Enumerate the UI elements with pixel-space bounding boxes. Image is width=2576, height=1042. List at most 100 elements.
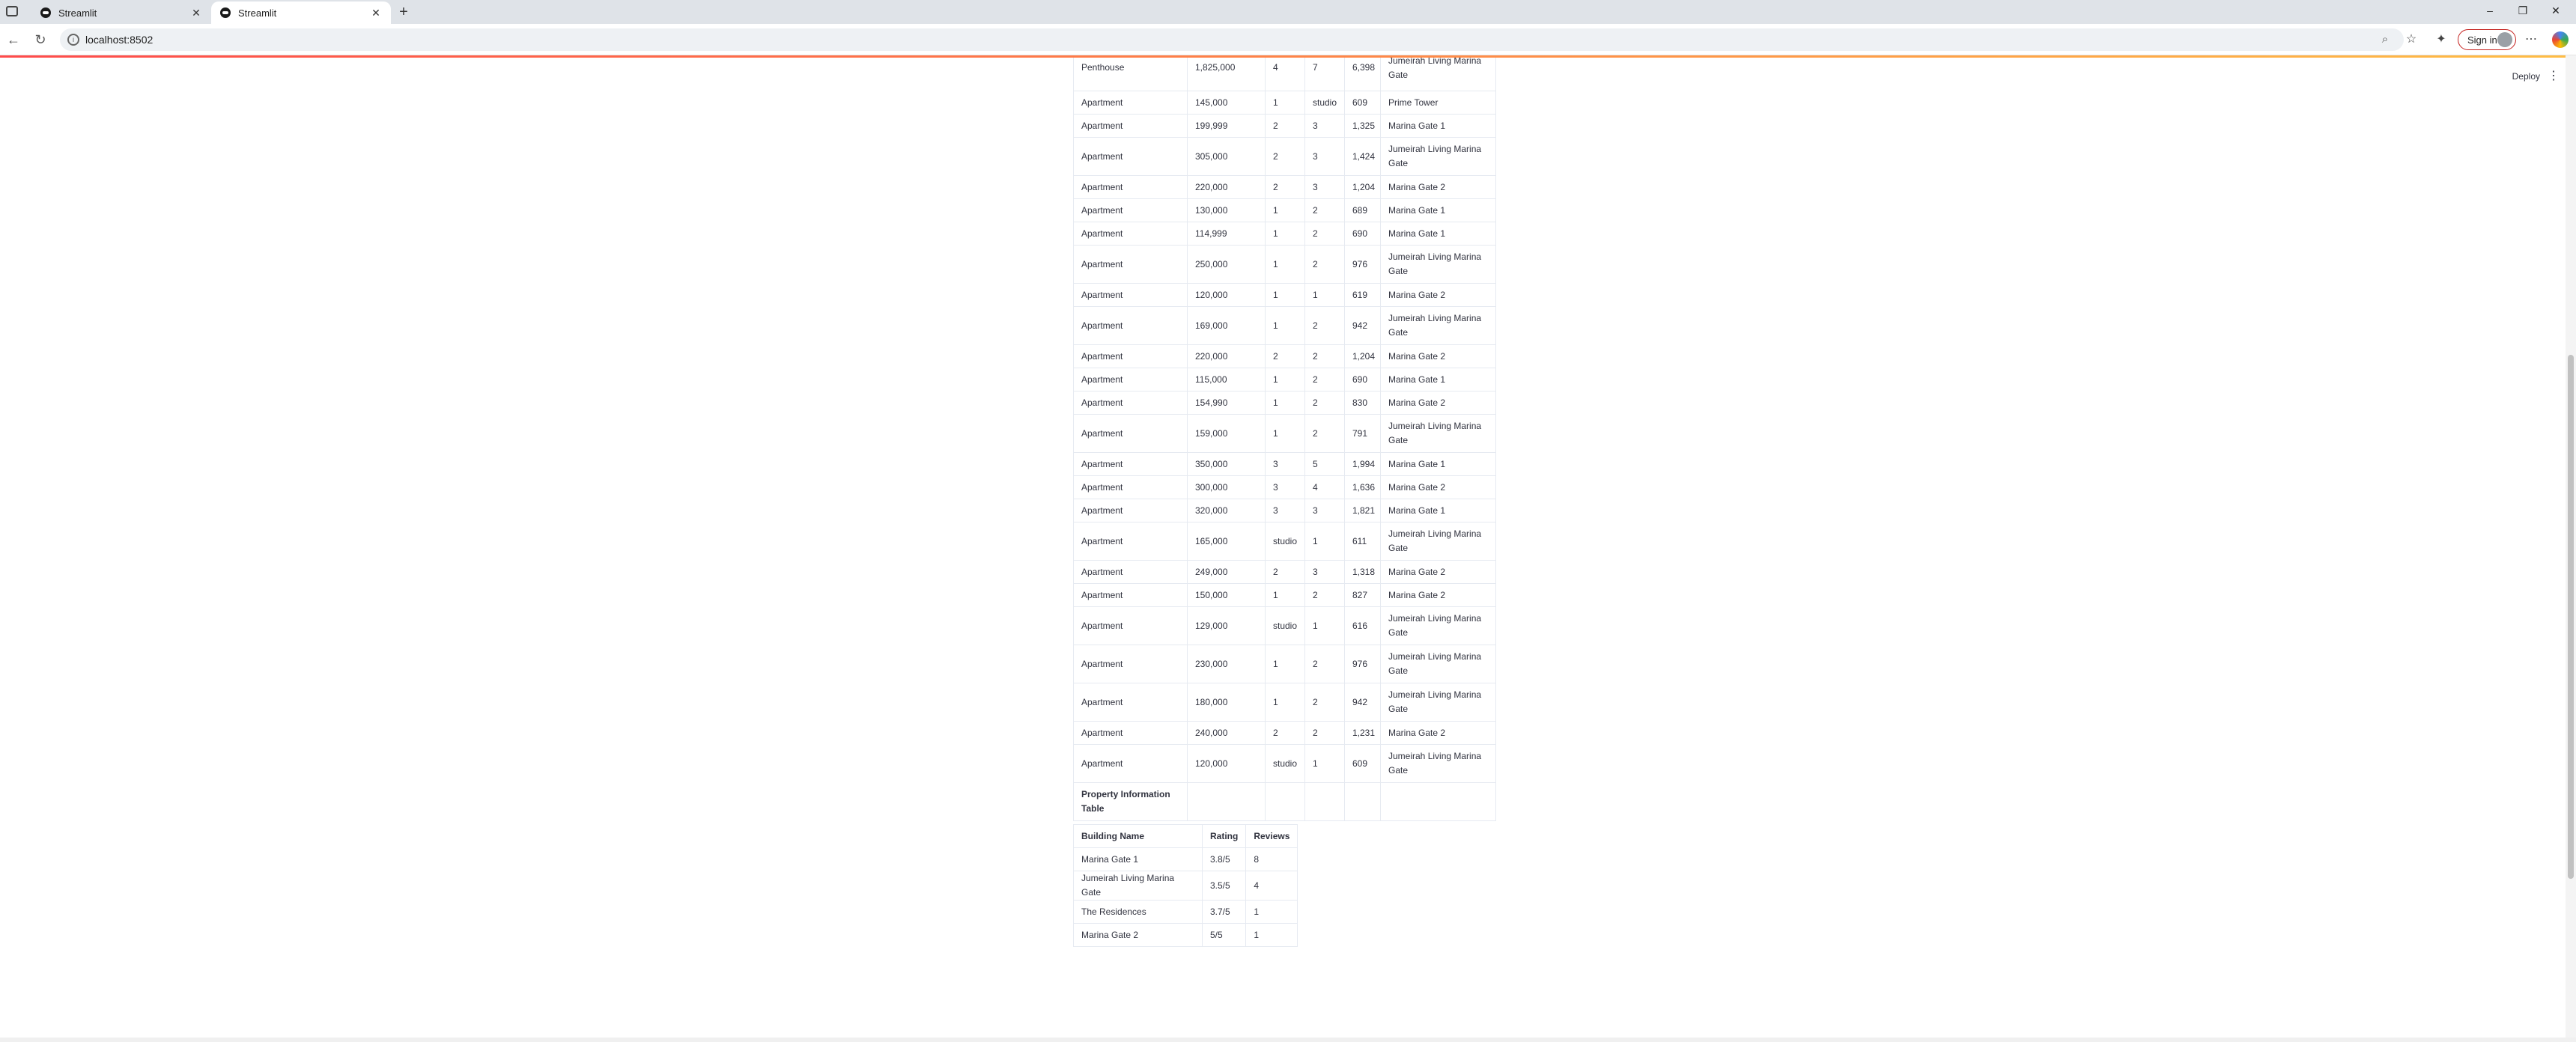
bathrooms-cell: 1 (1304, 283, 1345, 307)
back-icon[interactable]: ← (4, 31, 22, 48)
property-type-cell: Apartment (1073, 645, 1188, 683)
bathrooms-cell: 1 (1304, 522, 1345, 561)
bedrooms-cell: 2 (1265, 344, 1305, 368)
tab-title: Streamlit (238, 7, 277, 19)
reviews-count-cell: 1 (1245, 923, 1298, 947)
price-cell: 114,999 (1187, 222, 1266, 246)
property-type-cell: Apartment (1073, 606, 1188, 645)
bathrooms-cell: 2 (1304, 683, 1345, 722)
building-cell: Prime Tower (1380, 91, 1496, 115)
price-cell: 165,000 (1187, 522, 1266, 561)
empty-cell (1304, 782, 1345, 821)
bathrooms-cell: 2 (1304, 645, 1345, 683)
extensions-icon[interactable]: ✦ (2434, 32, 2449, 47)
bathrooms-cell: 5 (1304, 452, 1345, 476)
property-type-cell: Apartment (1073, 522, 1188, 561)
deploy-button[interactable]: Deploy (2512, 71, 2540, 82)
table-row: Apartment 230,000 1 2 976 Jumeirah Living Mar… (1073, 645, 1496, 683)
browser-tab-strip: Streamlit ✕ Streamlit ✕ + – ❐ ✕ (0, 0, 2576, 24)
reviews-count-cell: 4 (1245, 871, 1298, 901)
close-window-icon[interactable]: ✕ (2545, 4, 2567, 19)
url-text[interactable]: localhost:8502 (85, 34, 153, 46)
table-row: Apartment 120,000 studio 1 609 Jumeirah Livin… (1073, 744, 1496, 783)
avatar-icon (2497, 32, 2512, 47)
size-cell: 1,636 (1344, 475, 1381, 499)
building-cell: Jumeirah Living Marina Gate (1380, 522, 1496, 561)
table-row: Apartment 129,000 studio 1 616 Jumeirah Livin… (1073, 606, 1496, 645)
rating-cell: 3.5/5 (1201, 871, 1247, 901)
table-row: Apartment 305,000 2 3 1,424 Jumeirah Living M… (1073, 137, 1496, 176)
property-type-cell: Apartment (1073, 222, 1188, 246)
size-cell: 616 (1344, 606, 1381, 645)
tab-search-icon[interactable] (6, 6, 18, 16)
site-info-icon[interactable]: i (67, 34, 79, 46)
rating-cell: 5/5 (1201, 923, 1247, 947)
reload-icon[interactable]: ↻ (31, 31, 49, 48)
size-cell: 619 (1344, 283, 1381, 307)
size-cell: 609 (1344, 91, 1381, 115)
minimize-icon[interactable]: – (2479, 4, 2501, 19)
bathrooms-cell: 2 (1304, 245, 1345, 284)
bedrooms-cell: 2 (1265, 560, 1305, 584)
main-menu-icon[interactable]: ⋮ (2548, 68, 2560, 83)
browser-tab-1[interactable]: Streamlit ✕ (31, 1, 211, 24)
size-cell: 1,204 (1344, 175, 1381, 199)
bedrooms-cell: 3 (1265, 499, 1305, 522)
address-bar[interactable]: i localhost:8502 ⌕ (60, 28, 2404, 51)
table-row: Apartment 154,990 1 2 830 Marina Gate 2 (1073, 391, 1496, 415)
price-cell: 130,000 (1187, 198, 1266, 222)
bedrooms-cell: 2 (1265, 114, 1305, 138)
tab-close-icon[interactable]: ✕ (370, 7, 382, 19)
bathrooms-cell: 2 (1304, 391, 1345, 415)
size-cell: 609 (1344, 744, 1381, 783)
building-cell: Marina Gate 2 (1380, 175, 1496, 199)
table-row: Apartment 180,000 1 2 942 Jumeirah Living Mar… (1073, 683, 1496, 722)
bedrooms-cell: 1 (1265, 91, 1305, 115)
bedrooms-cell: 1 (1265, 583, 1305, 607)
building-cell: Jumeirah Living Marina Gate (1380, 683, 1496, 722)
zoom-icon[interactable]: ⌕ (2378, 33, 2392, 46)
menu-kebab-icon[interactable]: ⋯ (2524, 32, 2539, 47)
bedrooms-cell: 1 (1265, 391, 1305, 415)
size-cell: 791 (1344, 414, 1381, 453)
table-row: Marina Gate 1 3.8/5 8 (1073, 847, 1298, 871)
size-cell: 6,398 (1344, 55, 1381, 91)
tab-close-icon[interactable]: ✕ (190, 7, 202, 19)
price-cell: 199,999 (1187, 114, 1266, 138)
price-cell: 230,000 (1187, 645, 1266, 683)
building-cell: Marina Gate 1 (1380, 198, 1496, 222)
table-row: Apartment 159,000 1 2 791 Jumeirah Living Mar… (1073, 414, 1496, 453)
building-cell: Marina Gate 1 (1380, 499, 1496, 522)
size-cell: 942 (1344, 306, 1381, 345)
bathrooms-cell: 2 (1304, 414, 1345, 453)
table-row: Apartment 145,000 1 studio 609 Prime Tower (1073, 91, 1496, 115)
price-cell: 169,000 (1187, 306, 1266, 345)
price-cell: 300,000 (1187, 475, 1266, 499)
table-row: Apartment 220,000 2 2 1,204 Marina Gate 2 (1073, 344, 1496, 368)
table-row: Apartment 240,000 2 2 1,231 Marina Gate 2 (1073, 721, 1496, 745)
restore-icon[interactable]: ❐ (2512, 4, 2534, 19)
building-cell: Marina Gate 2 (1380, 283, 1496, 307)
building-cell: Jumeirah Living Marina Gate (1380, 137, 1496, 176)
building-cell: Jumeirah Living Marina Gate (1380, 606, 1496, 645)
bookmark-star-icon[interactable]: ☆ (2404, 32, 2419, 47)
bedrooms-cell: 1 (1265, 306, 1305, 345)
scrollbar[interactable] (2566, 55, 2576, 1042)
property-type-cell: Apartment (1073, 306, 1188, 345)
size-cell: 690 (1344, 368, 1381, 391)
gemini-icon[interactable] (2552, 31, 2569, 48)
table-row: Apartment 169,000 1 2 942 Jumeirah Living Mar… (1073, 306, 1496, 345)
building-cell: Marina Gate 2 (1380, 560, 1496, 584)
property-type-cell: Apartment (1073, 414, 1188, 453)
browser-tab-2[interactable]: Streamlit ✕ (211, 1, 391, 24)
property-table-body: Penthouse 1,825,000 4 7 6,398 Jumeirah Living… (1073, 55, 1496, 821)
app-header: Deploy ⋮ (2486, 58, 2576, 92)
scrollbar-thumb[interactable] (2568, 355, 2574, 879)
bathrooms-cell: 2 (1304, 344, 1345, 368)
price-cell: 220,000 (1187, 175, 1266, 199)
table-row: Jumeirah Living Marina Gate 3.5/5 4 (1073, 871, 1298, 901)
new-tab-icon[interactable]: + (395, 4, 412, 21)
table-row: Apartment 250,000 1 2 976 Jumeirah Living Mar… (1073, 245, 1496, 284)
sign-in-button[interactable]: Sign in (2458, 29, 2516, 50)
property-type-cell: Apartment (1073, 683, 1188, 722)
